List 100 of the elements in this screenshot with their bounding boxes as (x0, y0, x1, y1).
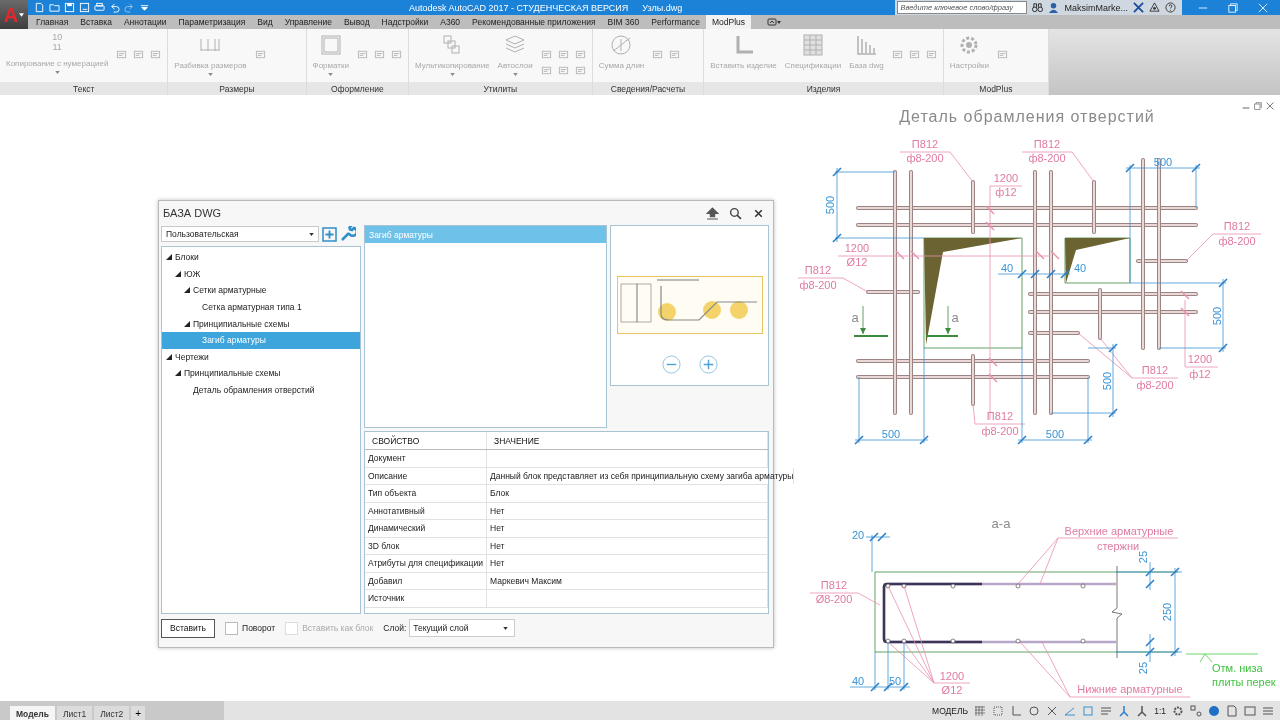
layer-dropdown[interactable]: Текущий слой (409, 619, 516, 637)
layout-tab[interactable]: Лист1 (56, 706, 93, 720)
tree-toggle-icon[interactable] (166, 254, 172, 261)
binoculars-icon[interactable] (1032, 2, 1044, 13)
caret-icon[interactable] (19, 12, 25, 17)
document-icon[interactable] (1226, 705, 1238, 717)
gear-icon[interactable] (1172, 705, 1184, 717)
ribbon-tab[interactable]: Вид (251, 15, 279, 29)
ribbon-tab[interactable]: Параметризация (172, 15, 252, 29)
snap-icon[interactable] (992, 705, 1005, 717)
tool-icon[interactable] (891, 49, 903, 60)
tool-icon[interactable] (540, 49, 552, 60)
tree-toggle-icon[interactable] (175, 270, 181, 277)
ribbon-tab[interactable]: Performance (645, 15, 706, 29)
wrench-icon[interactable] (340, 226, 356, 242)
ribbon-tab[interactable]: Управление (278, 15, 338, 29)
insert-button[interactable]: Вставить (161, 618, 216, 638)
layout-tab[interactable]: Модель (10, 706, 55, 720)
menu-icon[interactable] (1262, 705, 1274, 717)
search-icon[interactable] (729, 206, 742, 220)
tree-toggle-icon[interactable] (175, 370, 181, 377)
ribbon-tab[interactable]: Рекомендованные приложения (466, 15, 602, 29)
figure-icon[interactable] (1118, 705, 1131, 717)
shapes-icon[interactable] (1190, 705, 1202, 717)
tool-icon[interactable] (908, 49, 920, 60)
ribbon-tab[interactable]: Главная (30, 15, 75, 29)
tree-item[interactable]: ЮЖ (162, 265, 360, 283)
table-cell: Атрибуты для спецификации (365, 555, 487, 572)
tool-icon[interactable] (557, 65, 569, 76)
tree-item[interactable]: Деталь обрамления отверстий (162, 381, 360, 399)
tool-icon[interactable] (557, 49, 569, 60)
tool-icon[interactable] (574, 65, 586, 76)
tree-toggle-icon[interactable] (184, 320, 190, 327)
redo-icon[interactable] (124, 2, 135, 13)
print-icon[interactable] (94, 2, 105, 13)
dimension-text: 40 (851, 675, 865, 687)
ribbon-tab[interactable]: ModPlus (705, 15, 751, 29)
tree-item[interactable]: Принципиальные схемы (162, 365, 360, 382)
tree-item[interactable]: Блоки (162, 249, 360, 266)
user-icon[interactable] (1048, 2, 1060, 13)
polar-icon[interactable] (1028, 705, 1041, 717)
ortho-icon[interactable] (1010, 705, 1023, 717)
tool-icon[interactable] (540, 65, 552, 76)
tool-icon[interactable] (373, 49, 385, 60)
tool-icon[interactable] (356, 49, 368, 60)
rebar-label: П812 (804, 264, 832, 276)
dropdown-icon[interactable] (139, 2, 150, 13)
undo-icon[interactable] (109, 2, 120, 13)
tool-icon[interactable] (925, 49, 937, 60)
angle-icon[interactable] (1064, 705, 1077, 717)
add-icon[interactable] (322, 226, 337, 242)
ribbon-tab[interactable]: Аннотации (117, 15, 173, 29)
tool-icon[interactable] (574, 49, 586, 60)
zoom-out-icon[interactable] (661, 355, 681, 374)
lines-icon[interactable] (1100, 705, 1113, 717)
grid-icon[interactable] (974, 705, 987, 717)
checkbox[interactable] (225, 621, 239, 635)
square-icon[interactable] (1082, 705, 1095, 717)
layout-tab[interactable]: Лист2 (94, 706, 130, 720)
user-name[interactable]: MaksimMarke... (1064, 2, 1128, 13)
tree-toggle-icon[interactable] (184, 287, 190, 294)
zoom-in-icon[interactable] (698, 355, 718, 374)
tree-item[interactable]: Сетки арматурные (162, 282, 360, 299)
figure-icon[interactable] (1136, 705, 1149, 717)
ribbon-tab[interactable]: Вывод (337, 15, 376, 29)
tree-toggle-icon[interactable] (166, 353, 172, 360)
new-file-icon[interactable] (34, 2, 45, 13)
tool-icon[interactable] (116, 49, 128, 60)
scale-button[interactable]: 1:1 (1154, 706, 1166, 716)
tool-icon[interactable] (254, 49, 266, 60)
tool-icon[interactable] (390, 49, 402, 60)
panel-toggle-icon[interactable] (767, 17, 781, 27)
ribbon-tab[interactable]: Вставка (74, 15, 118, 29)
save-as-icon[interactable] (79, 2, 90, 13)
cross-icon[interactable] (1046, 705, 1059, 717)
checkbox-label: Вставить как блок (302, 623, 374, 633)
tool-icon[interactable] (997, 49, 1008, 60)
space-toggle[interactable]: МОДЕЛЬ (932, 706, 969, 716)
numbering-icon: 10 11 (52, 32, 63, 56)
tool-icon[interactable] (150, 49, 162, 60)
tree-item[interactable]: Чертежи (162, 348, 360, 366)
dimension-text: 500 (1211, 306, 1223, 326)
restore-icon[interactable] (1254, 102, 1262, 110)
save-icon[interactable] (64, 2, 75, 13)
ribbon-tab[interactable]: Надстройки (375, 15, 435, 29)
tool-icon[interactable] (652, 49, 664, 60)
ribbon-tab[interactable]: BIM 360 (601, 15, 646, 29)
tool-icon[interactable] (669, 49, 681, 60)
rebar-label: П812 (1141, 364, 1169, 376)
tool-icon[interactable] (133, 49, 145, 60)
upload-icon[interactable] (706, 206, 719, 220)
add-tab-button[interactable]: + (131, 706, 146, 720)
tree-item[interactable]: Принципиальные схемы (162, 315, 360, 332)
fullscreen-icon[interactable] (1244, 705, 1256, 717)
category-dropdown[interactable]: Пользовательская (161, 226, 319, 242)
open-folder-icon[interactable] (49, 2, 60, 13)
help-icon[interactable] (1165, 2, 1176, 13)
tree-item[interactable]: Сетка арматурная типа 1 (162, 298, 360, 316)
restore-icon[interactable] (1228, 2, 1238, 13)
ribbon-tab[interactable]: A360 (434, 15, 467, 29)
